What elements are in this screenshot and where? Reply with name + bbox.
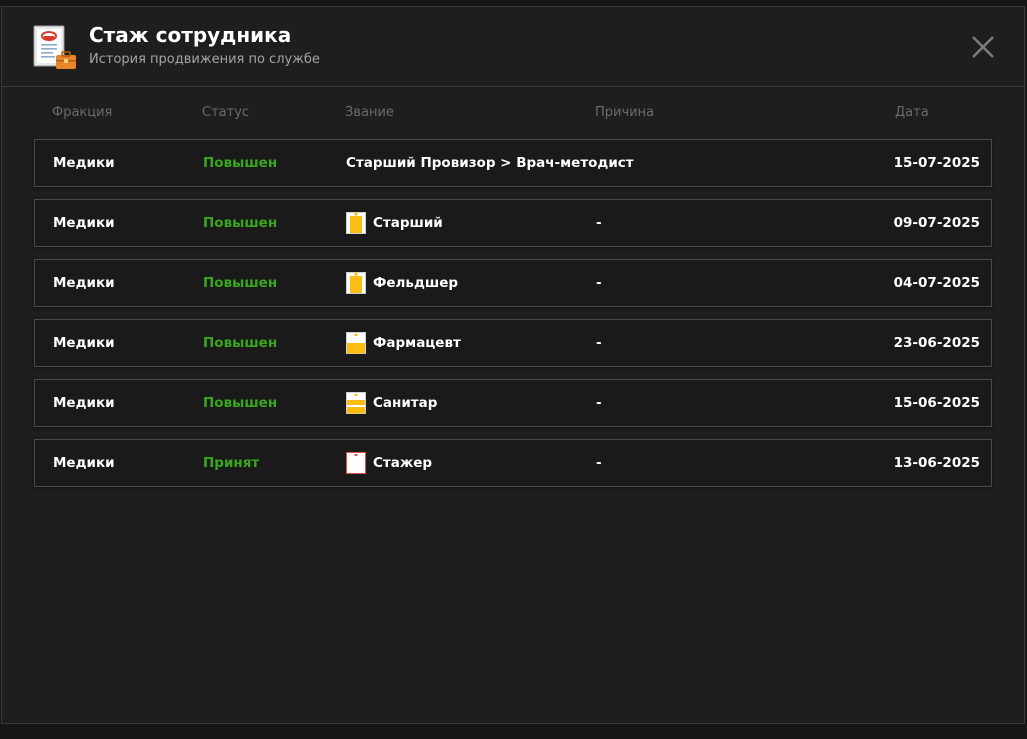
rank-badge-half-icon <box>346 332 366 354</box>
column-header-reason: Причина <box>595 105 655 120</box>
window-header: Стаж сотрудника История продвижения по с… <box>2 7 1024 87</box>
window-title: Стаж сотрудника <box>89 23 292 47</box>
column-header-status: Статус <box>202 105 250 120</box>
window-subtitle: История продвижения по службе <box>89 52 320 67</box>
rank-cell: Старший Провизор > Врач-методист <box>346 155 634 171</box>
reason-cell: - <box>596 335 602 351</box>
date-cell: 04-07-2025 <box>893 275 980 291</box>
faction-cell: Медики <box>53 155 115 171</box>
status-cell: Повышен <box>203 335 278 351</box>
faction-cell: Медики <box>53 215 115 231</box>
column-header-rank: Звание <box>345 105 394 120</box>
faction-cell: Медики <box>53 395 115 411</box>
date-cell: 15-06-2025 <box>893 395 980 411</box>
table-row: Медики Повышен Старший - 09-07-2025 <box>34 199 992 247</box>
rank-cell: Санитар <box>373 395 438 411</box>
rank-cell: Фармацевт <box>373 335 461 351</box>
history-window: Стаж сотрудника История продвижения по с… <box>1 6 1025 724</box>
rank-cell: Фельдшер <box>373 275 459 291</box>
table-row: Медики Принят Стажер - 13-06-2025 <box>34 439 992 487</box>
status-cell: Принят <box>203 455 260 471</box>
faction-cell: Медики <box>53 335 115 351</box>
reason-cell: - <box>596 215 602 231</box>
column-header-date: Дата <box>895 105 929 120</box>
rank-badge-stripes-icon <box>346 392 366 414</box>
status-cell: Повышен <box>203 155 278 171</box>
status-cell: Повышен <box>203 395 278 411</box>
faction-cell: Медики <box>53 275 115 291</box>
close-icon[interactable] <box>968 32 998 62</box>
reason-cell: - <box>596 455 602 471</box>
status-cell: Повышен <box>203 275 278 291</box>
date-cell: 15-07-2025 <box>893 155 980 171</box>
table-row: Медики Повышен Старший Провизор > Врач-м… <box>34 139 992 187</box>
document-briefcase-icon <box>33 25 76 69</box>
rank-badge-full-icon <box>346 272 366 294</box>
table-row: Медики Повышен Фармацевт - 23-06-2025 <box>34 319 992 367</box>
rank-badge-full-icon <box>346 212 366 234</box>
date-cell: 09-07-2025 <box>893 215 980 231</box>
faction-cell: Медики <box>53 455 115 471</box>
column-header-faction: Фракция <box>52 105 113 120</box>
rank-cell: Старший <box>373 215 443 231</box>
table-row: Медики Повышен Санитар - 15-06-2025 <box>34 379 992 427</box>
reason-cell: - <box>596 275 602 291</box>
table-row: Медики Повышен Фельдшер - 04-07-2025 <box>34 259 992 307</box>
rank-badge-empty-icon <box>346 452 366 474</box>
date-cell: 23-06-2025 <box>893 335 980 351</box>
status-cell: Повышен <box>203 215 278 231</box>
date-cell: 13-06-2025 <box>893 455 980 471</box>
reason-cell: - <box>596 395 602 411</box>
rank-cell: Стажер <box>373 455 433 471</box>
